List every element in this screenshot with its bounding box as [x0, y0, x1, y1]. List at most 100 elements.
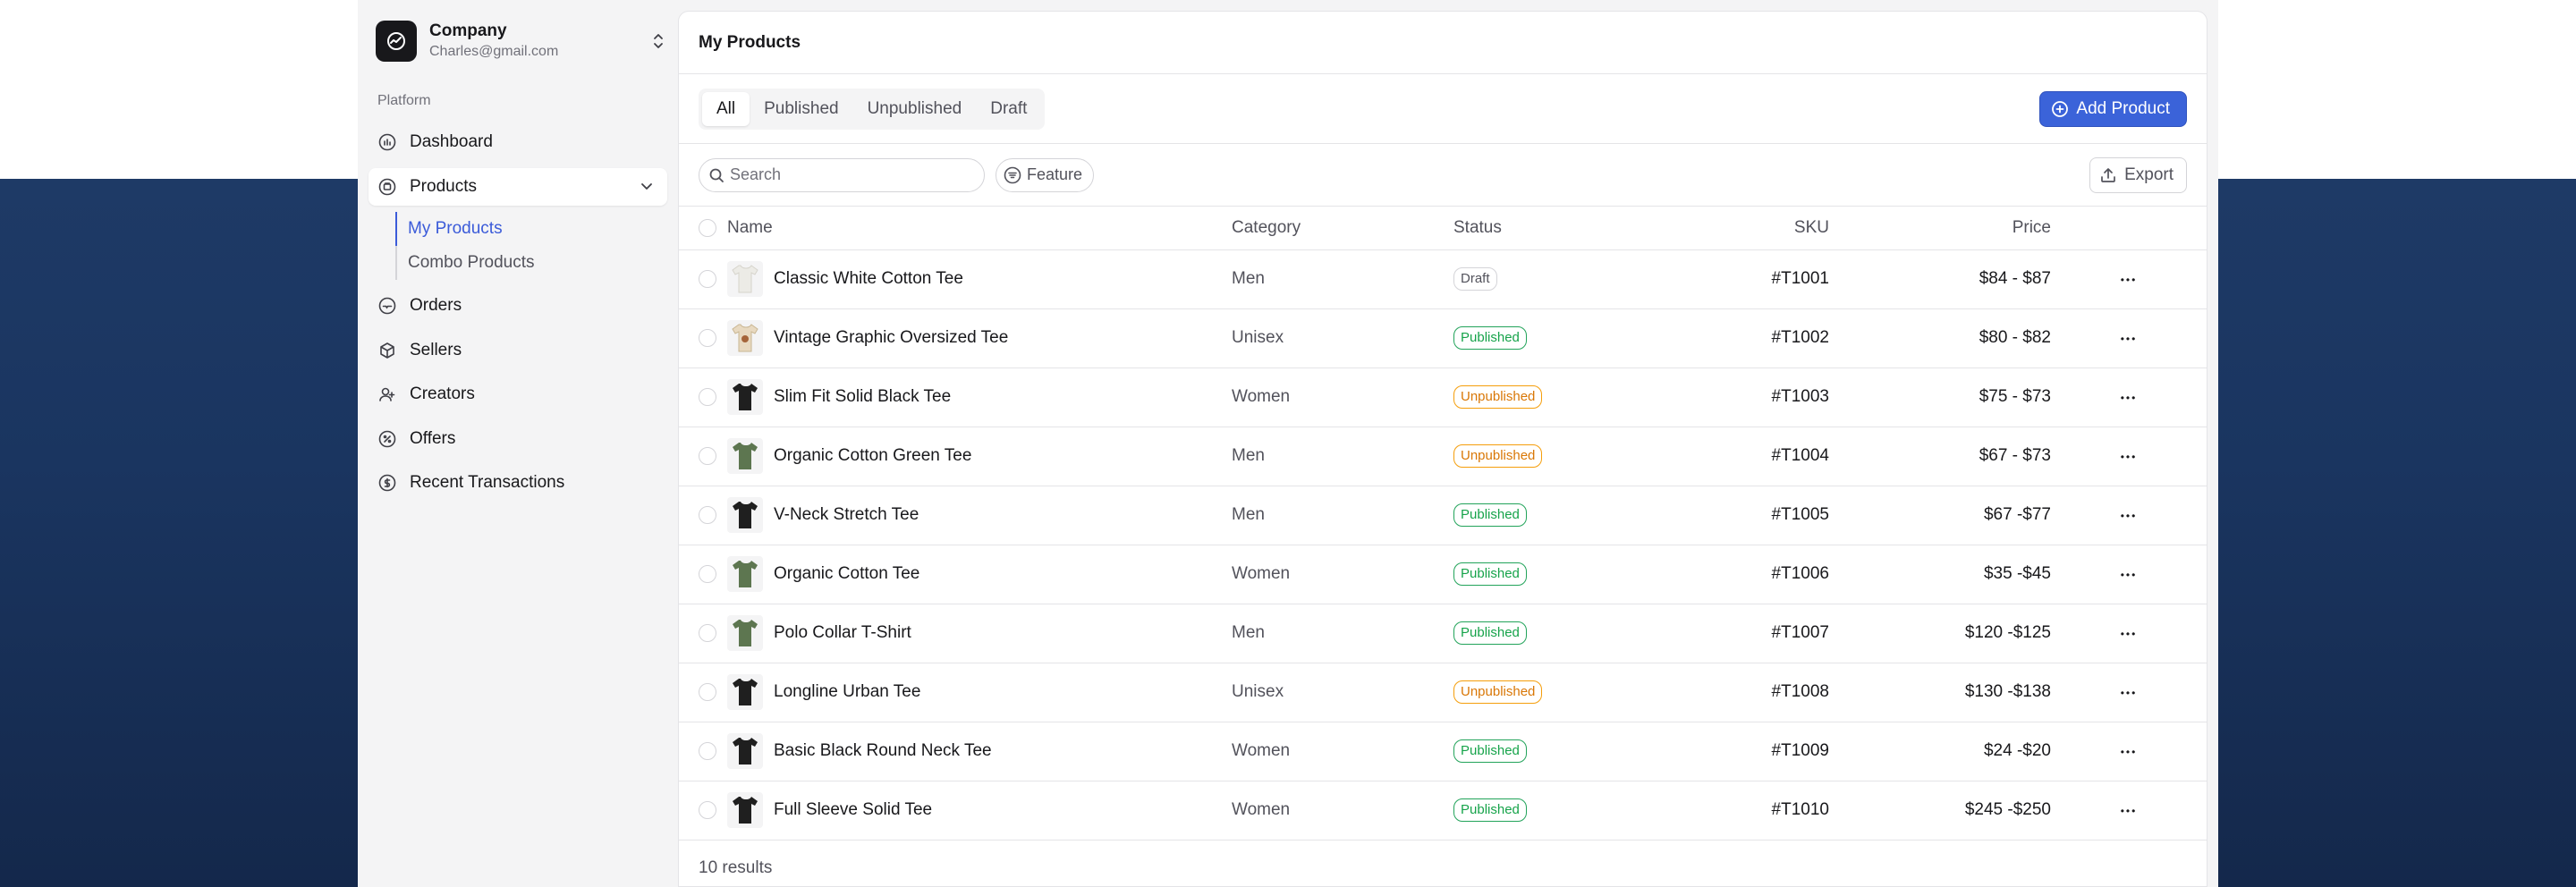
product-name[interactable]: Classic White Cotton Tee	[774, 269, 963, 289]
product-thumbnail	[727, 792, 763, 828]
export-label: Export	[2124, 165, 2174, 184]
more-actions-icon[interactable]: •••	[2121, 746, 2138, 758]
more-actions-icon[interactable]: •••	[2121, 274, 2138, 286]
product-price: $80 - $82	[1829, 308, 2051, 368]
company-name: Company	[429, 21, 507, 40]
product-category: Unisex	[1232, 663, 1453, 722]
sidebar-item-creators[interactable]: Creators	[369, 376, 667, 413]
app-window: Company Charles@gmail.com Platform Dashb…	[358, 0, 2218, 887]
product-thumbnail	[727, 438, 763, 474]
status-badge: Draft	[1453, 267, 1497, 291]
more-actions-icon[interactable]: •••	[2121, 333, 2138, 345]
table-row[interactable]: Slim Fit Solid Black Tee Women Unpublished…	[679, 367, 2207, 427]
feature-filter-chip[interactable]: Feature	[996, 157, 1095, 192]
more-actions-icon[interactable]: •••	[2121, 805, 2138, 817]
product-name[interactable]: Organic Cotton Tee	[774, 564, 919, 584]
table-row[interactable]: Classic White Cotton Tee Men Draft #T1001 $8…	[679, 249, 2207, 309]
table-row[interactable]: Organic Cotton Green Tee Men Unpublished #T…	[679, 427, 2207, 486]
product-name[interactable]: Full Sleeve Solid Tee	[774, 800, 932, 820]
search-input[interactable]	[730, 165, 962, 184]
search-icon	[708, 167, 724, 183]
column-header-price[interactable]: Price	[1829, 207, 2051, 250]
status-badge: Published	[1453, 562, 1527, 586]
company-email: Charles@gmail.com	[429, 44, 559, 59]
column-header-name[interactable]: Name	[727, 207, 1232, 250]
product-sku: #T1007	[1643, 604, 1829, 663]
subnav-item-my-products[interactable]: My Products	[408, 212, 667, 246]
table-row[interactable]: Vintage Graphic Oversized Tee Unisex Publi…	[679, 308, 2207, 368]
sidebar-item-recent-transactions[interactable]: Recent Transactions	[369, 464, 667, 502]
more-actions-icon[interactable]: •••	[2121, 628, 2138, 640]
product-category: Men	[1232, 486, 1453, 545]
product-sku: #T1005	[1643, 486, 1829, 545]
table-row[interactable]: Basic Black Round Neck Tee Women Published…	[679, 722, 2207, 781]
more-actions-icon[interactable]: •••	[2121, 451, 2138, 463]
sidebar-item-sellers[interactable]: Sellers	[369, 332, 667, 369]
tab-all[interactable]: All	[702, 91, 750, 126]
row-checkbox[interactable]	[699, 742, 716, 760]
sidebar-item-dashboard[interactable]: Dashboard	[369, 123, 667, 161]
column-header-status[interactable]: Status	[1453, 207, 1643, 250]
table-row[interactable]: Longline Urban Tee Unisex Unpublished #T100…	[679, 663, 2207, 722]
row-checkbox[interactable]	[699, 683, 716, 701]
product-name[interactable]: Basic Black Round Neck Tee	[774, 741, 992, 761]
search-toolbar: Feature Export	[679, 144, 2207, 207]
subnav-item-combo-products[interactable]: Combo Products	[408, 246, 667, 280]
main-header: My Products	[679, 12, 2207, 74]
sidebar-item-orders[interactable]: Orders	[369, 287, 667, 325]
row-checkbox[interactable]	[699, 329, 716, 347]
add-product-label: Add Product	[2076, 98, 2170, 118]
product-price: $84 - $87	[1829, 249, 2051, 309]
row-checkbox[interactable]	[699, 801, 716, 819]
row-checkbox[interactable]	[699, 447, 716, 465]
tab-draft[interactable]: Draft	[976, 92, 1041, 126]
product-sku: #T1002	[1643, 308, 1829, 368]
product-thumbnail	[727, 556, 763, 592]
product-price: $130 -$138	[1829, 663, 2051, 722]
table-row[interactable]: Organic Cotton Tee Women Published #T1006 $3…	[679, 545, 2207, 604]
product-name[interactable]: Vintage Graphic Oversized Tee	[774, 328, 1008, 348]
select-all-checkbox[interactable]	[699, 218, 716, 237]
table-row[interactable]: V-Neck Stretch Tee Men Published #T1005 $67 …	[679, 486, 2207, 545]
product-sku: #T1010	[1643, 781, 1829, 841]
row-checkbox[interactable]	[699, 624, 716, 642]
export-button[interactable]: Export	[2089, 156, 2187, 193]
add-product-button[interactable]: Add Product	[2039, 90, 2187, 127]
product-category: Women	[1232, 722, 1453, 781]
filter-lines-icon	[1004, 166, 1021, 184]
results-count: 10 results	[699, 857, 773, 877]
sidebar-item-offers[interactable]: Offers	[369, 420, 667, 458]
more-actions-icon[interactable]: •••	[2121, 687, 2138, 699]
tab-published[interactable]: Published	[750, 92, 852, 126]
row-checkbox[interactable]	[699, 506, 716, 524]
tab-unpublished[interactable]: Unpublished	[853, 92, 977, 126]
product-name[interactable]: V-Neck Stretch Tee	[774, 505, 919, 525]
product-category: Unisex	[1232, 308, 1453, 368]
row-checkbox[interactable]	[699, 565, 716, 583]
product-name[interactable]: Longline Urban Tee	[774, 682, 920, 702]
column-header-actions	[2051, 207, 2207, 250]
table-row[interactable]: Full Sleeve Solid Tee Women Published #T101…	[679, 781, 2207, 841]
sidebar-item-label: Dashboard	[410, 132, 493, 151]
more-actions-icon[interactable]: •••	[2121, 392, 2138, 404]
row-checkbox[interactable]	[699, 270, 716, 288]
chevron-up-down-icon[interactable]	[649, 30, 667, 52]
column-header-sku[interactable]: SKU	[1643, 207, 1829, 250]
more-actions-icon[interactable]: •••	[2121, 510, 2138, 522]
transactions-icon	[377, 473, 397, 493]
table-row[interactable]: Polo Collar T-Shirt Men Published #T1007 $12…	[679, 604, 2207, 663]
company-switcher[interactable]: Company Charles@gmail.com	[376, 16, 667, 66]
dashboard-icon	[377, 132, 397, 152]
sidebar-nav: Dashboard Products My Products Combo Pro…	[369, 123, 667, 509]
column-header-category[interactable]: Category	[1232, 207, 1453, 250]
more-actions-icon[interactable]: •••	[2121, 569, 2138, 581]
status-badge: Published	[1453, 503, 1527, 527]
row-checkbox[interactable]	[699, 388, 716, 406]
product-name[interactable]: Polo Collar T-Shirt	[774, 623, 911, 643]
product-name[interactable]: Slim Fit Solid Black Tee	[774, 387, 951, 407]
status-tabs: All Published Unpublished Draft	[699, 88, 1046, 130]
status-badge: Published	[1453, 739, 1527, 763]
sidebar-item-products[interactable]: Products	[369, 167, 667, 206]
product-name[interactable]: Organic Cotton Green Tee	[774, 446, 971, 466]
product-sku: #T1006	[1643, 545, 1829, 604]
